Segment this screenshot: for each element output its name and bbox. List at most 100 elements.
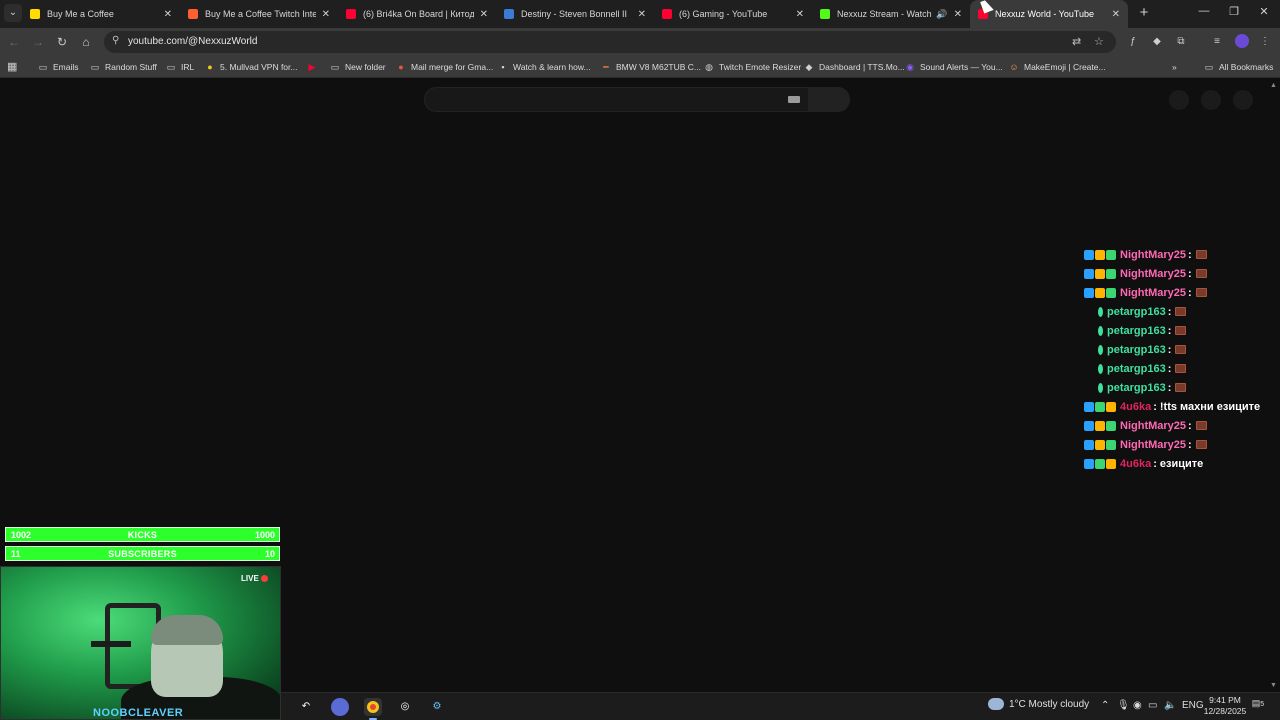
bookmark-item[interactable]: ▭ IRL [166, 60, 195, 74]
bookmark-star-icon[interactable]: ☆ [1094, 35, 1104, 48]
webcam-feed: LIVE NOOBCLEAVER [0, 566, 281, 720]
forward-icon[interactable]: → [29, 33, 47, 51]
chat-badge-icon [1106, 268, 1116, 279]
tray-overflow-icon[interactable]: ⌃ [1101, 700, 1109, 711]
chat-badge-icon [1098, 325, 1103, 336]
browser-tab[interactable]: (6) Gaming - YouTube ✕ [654, 0, 812, 28]
volume-icon[interactable]: 🔈 [1164, 700, 1176, 711]
bookmark-item[interactable]: ━ BMW V8 M62TUB C... [601, 60, 701, 74]
bookmark-item[interactable]: ● 5. Mullvad VPN for... [205, 60, 297, 74]
home-icon[interactable]: ⌂ [77, 33, 95, 51]
bookmark-item[interactable]: ▶ [307, 60, 322, 74]
apps-grid-icon[interactable]: ▦ [7, 60, 17, 73]
weather-widget[interactable]: 1°C Mostly cloudy [988, 698, 1089, 710]
chat-badges [1084, 439, 1117, 450]
keyboard-icon[interactable] [788, 96, 800, 103]
browser-tab[interactable]: Nexxuz World - YouTube ✕ [970, 0, 1128, 28]
subscribers-label: SUBSCRIBERS [108, 549, 177, 559]
chrome-app-icon[interactable] [364, 698, 382, 716]
tab-close-icon[interactable]: ✕ [796, 9, 804, 20]
chat-badge-icon [1095, 439, 1105, 450]
minimize-icon[interactable]: — [1196, 5, 1212, 17]
subscribers-goal: 10 [264, 549, 275, 559]
chat-separator: : [1153, 400, 1157, 413]
browser-tab[interactable]: Buy Me a Coffee ✕ [22, 0, 180, 28]
bookmark-item[interactable]: ◆ Dashboard | TTS.Mo... [804, 60, 905, 74]
subscribers-goal-bar: 11 SUBSCRIBERS 10 [5, 546, 280, 561]
tab-close-icon[interactable]: ✕ [1112, 9, 1120, 20]
site-info-icon[interactable]: ⚲ [112, 35, 119, 46]
browser-tab[interactable]: Nexxuz Stream - Watch Live 🔊 ✕ [812, 0, 970, 28]
bookmark-label: Sound Alerts — You... [920, 62, 1003, 72]
bookmark-item[interactable]: ◍ Twitch Emote Resizer [704, 60, 801, 74]
new-tab-button[interactable]: + [1136, 4, 1152, 22]
microphone-icon[interactable]: 🎙 [1117, 700, 1130, 711]
translate-icon[interactable]: ⇄ [1072, 35, 1081, 48]
bookmark-item[interactable]: ▭ New folder [330, 60, 386, 74]
browser-tab[interactable]: Buy Me a Coffee Twitch Integra ✕ [180, 0, 338, 28]
tab-search-icon[interactable]: ⌄ [4, 4, 22, 22]
bookmark-item[interactable]: ☺ MakeEmoji | Create... [1009, 60, 1105, 74]
chat-username: 4u6ka [1120, 457, 1152, 470]
media-control-icon[interactable]: ≡ [1209, 34, 1225, 50]
account-avatar[interactable] [1233, 90, 1253, 110]
close-window-icon[interactable]: ✕ [1256, 5, 1272, 18]
chat-badge-icon [1106, 287, 1116, 298]
bookmark-item[interactable]: ● Mail merge for Gma... [396, 60, 493, 74]
chat-username: petargp163 [1107, 305, 1166, 318]
extensions-puzzle-icon[interactable]: ⧉ [1173, 34, 1189, 50]
bookmarks-overflow-icon[interactable]: » [1172, 60, 1177, 74]
streamer-name: NOOBCLEAVER [93, 707, 184, 719]
bookmark-item[interactable]: ▭ Random Stuff [90, 60, 157, 74]
tab-close-icon[interactable]: ✕ [954, 9, 962, 20]
profile-avatar[interactable] [1235, 34, 1249, 48]
obs-app-icon[interactable]: ◎ [396, 698, 414, 716]
soundalerts-icon: ◉ [906, 62, 914, 72]
chat-separator: : [1188, 438, 1192, 451]
clock-date: 12/28/2025 [1203, 706, 1247, 716]
browser-tab[interactable]: Destiny - Steven Bonnell II ✕ [496, 0, 654, 28]
restore-icon[interactable]: ❐ [1226, 5, 1242, 18]
browser-app-icon[interactable] [331, 698, 349, 716]
chat-emote-icon [1175, 307, 1187, 316]
all-bookmarks[interactable]: ▭ All Bookmarks [1204, 60, 1274, 74]
bookmark-item[interactable]: ◉ Sound Alerts — You... [905, 60, 1003, 74]
create-icon[interactable] [1169, 90, 1189, 110]
extension-icon[interactable]: ◆ [1149, 34, 1165, 50]
notifications-icon[interactable] [1201, 90, 1221, 110]
tab-close-icon[interactable]: ✕ [164, 9, 172, 20]
extension-fx-icon[interactable]: ƒ [1125, 34, 1141, 50]
reload-icon[interactable]: ↻ [53, 33, 71, 51]
tab-close-icon[interactable]: ✕ [638, 9, 646, 20]
weather-text: 1°C Mostly cloudy [1009, 698, 1090, 710]
youtube-search-button[interactable] [808, 87, 850, 112]
back-icon[interactable]: ← [5, 33, 23, 51]
chat-username: petargp163 [1107, 362, 1166, 375]
clock[interactable]: 9:41 PM 12/28/2025 [1200, 695, 1250, 717]
folder-icon: ▭ [90, 62, 100, 72]
all-bookmarks-label: All Bookmarks [1219, 62, 1274, 72]
chat-separator: : [1188, 267, 1192, 280]
menu-icon[interactable]: ⋮ [1257, 34, 1273, 50]
scrollbar-up-icon[interactable]: ▲ [1270, 82, 1277, 89]
address-bar[interactable]: ⚲ youtube.com/@NexxuzWorld ⇄ ☆ [104, 31, 1116, 53]
bookmark-item[interactable]: ▭ Emails [38, 60, 79, 74]
chat-badge-icon [1106, 249, 1116, 260]
tab-audio-icon[interactable]: 🔊 [936, 9, 947, 20]
browser-tab[interactable]: (6) Bri4ka On Board | Китодар ✕ [338, 0, 496, 28]
chat-emote-icon [1175, 383, 1187, 392]
mullvad-icon: ● [207, 62, 213, 72]
notification-center[interactable]: ▤5 [1251, 698, 1265, 712]
tab-favicon-icon [346, 9, 356, 19]
tab-close-icon[interactable]: ✕ [322, 9, 330, 20]
bookmark-item[interactable]: ▪ Watch & learn how... [498, 60, 590, 74]
chat-separator: : [1167, 362, 1172, 375]
scrollbar-down-icon[interactable]: ▼ [1270, 682, 1277, 689]
display-icon[interactable]: ▭ [1148, 700, 1157, 711]
network-icon[interactable]: ◉ [1133, 700, 1142, 711]
back-app-icon[interactable]: ↶ [297, 698, 315, 716]
youtube-search-input[interactable] [424, 87, 850, 112]
steam-app-icon[interactable]: ⚙ [428, 698, 446, 716]
tab-close-icon[interactable]: ✕ [480, 9, 488, 20]
chat-message: petargp163: [1084, 302, 1264, 321]
